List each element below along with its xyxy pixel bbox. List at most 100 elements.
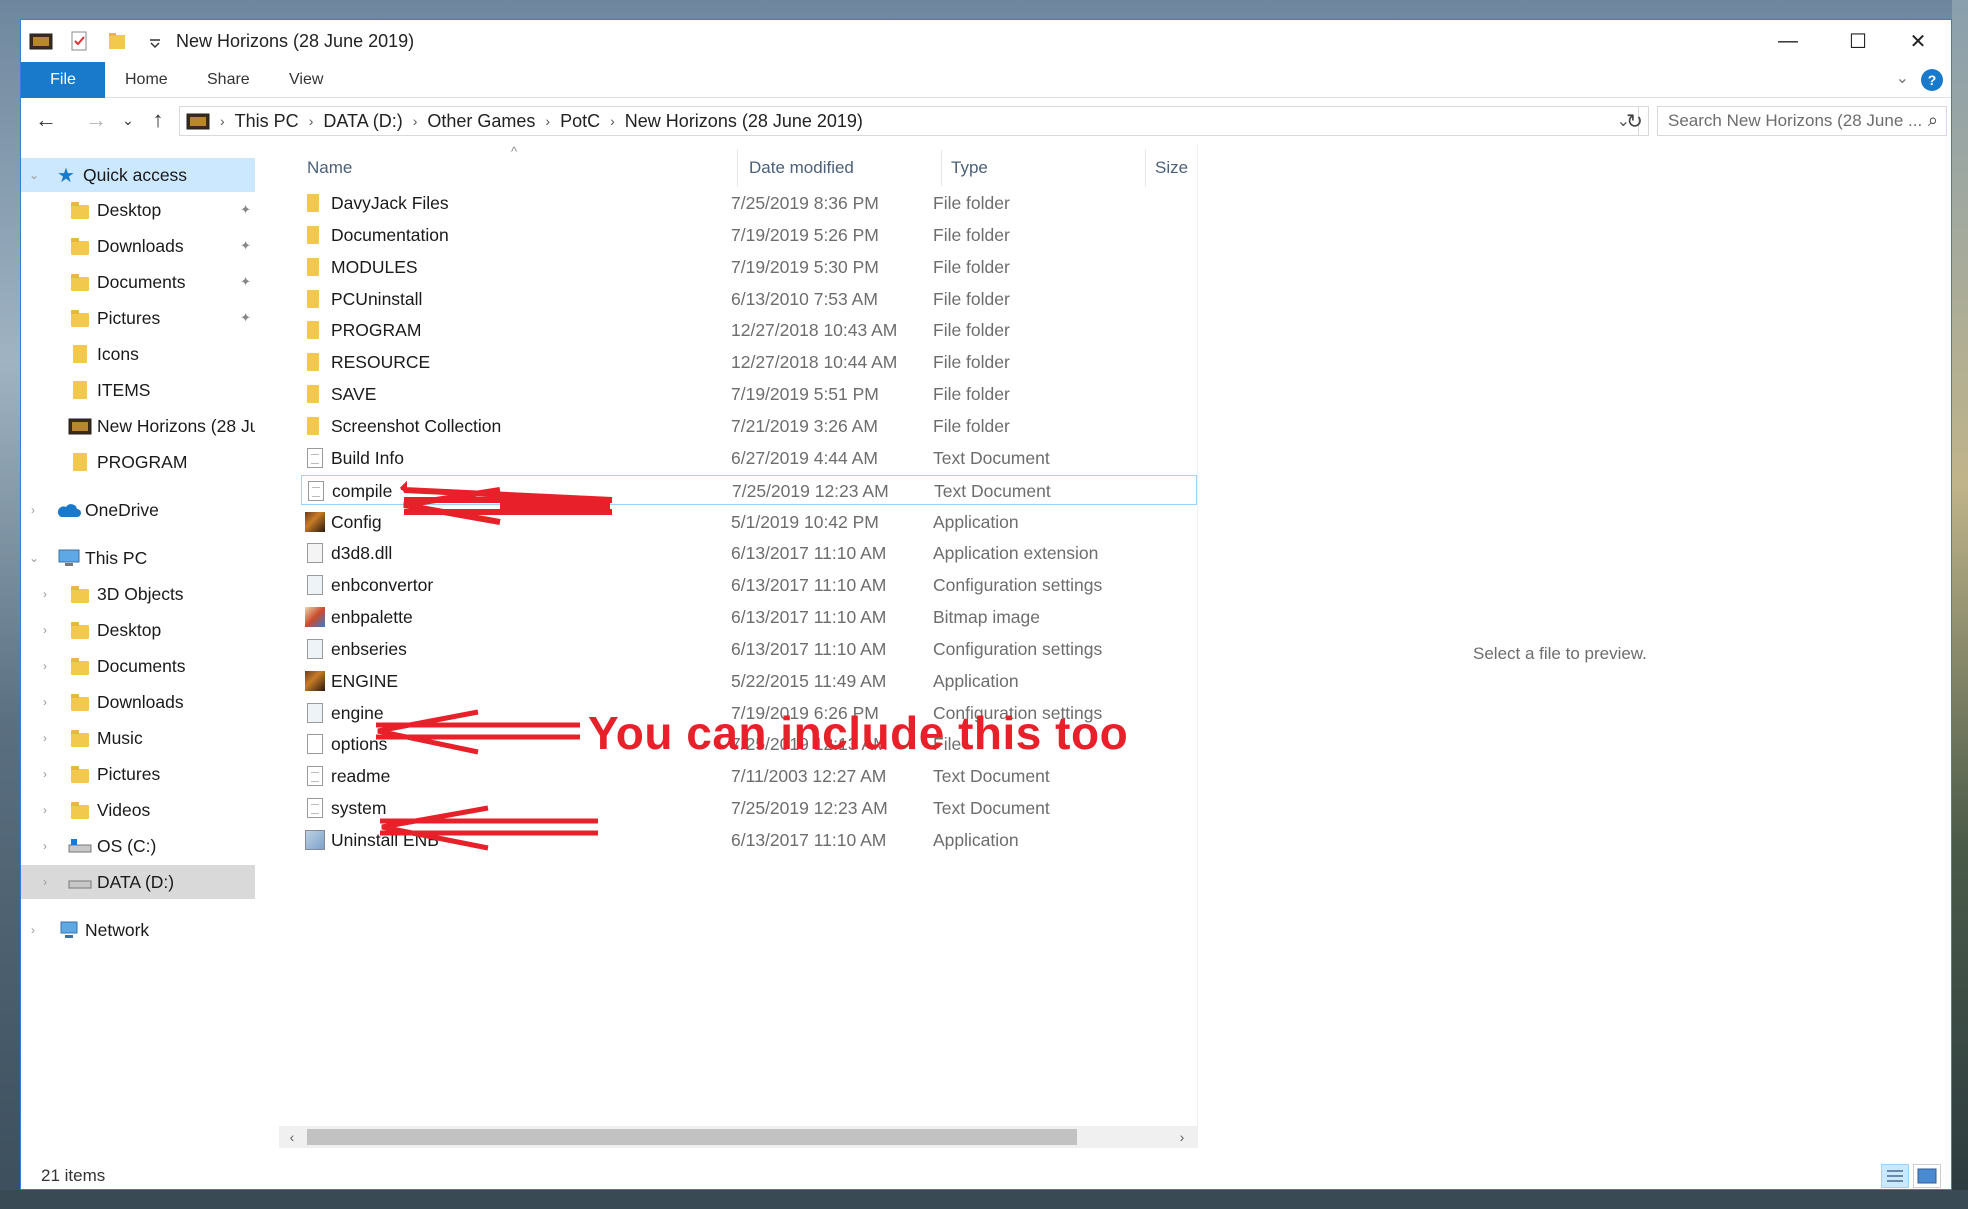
file-row[interactable]: compile 7/25/2019 12:23 AM Text Document bbox=[301, 474, 1197, 505]
file-row[interactable]: MODULES 7/19/2019 5:30 PM File folder bbox=[301, 252, 1197, 282]
expand-arrow-icon[interactable]: › bbox=[43, 767, 47, 781]
sidebar-item-3d-objects[interactable]: › 3D Objects bbox=[21, 577, 255, 611]
expand-arrow-icon[interactable]: › bbox=[43, 731, 47, 745]
sidebar-item-music[interactable]: › Music bbox=[21, 721, 255, 755]
expand-arrow-icon[interactable]: › bbox=[43, 695, 47, 709]
sidebar-item-pc-desktop[interactable]: › Desktop bbox=[21, 613, 255, 647]
breadcrumb-potc[interactable]: PotC bbox=[560, 111, 600, 132]
customize-toolbar-icon[interactable] bbox=[143, 31, 167, 51]
horizontal-scrollbar[interactable]: ‹ › bbox=[279, 1126, 1197, 1148]
file-row[interactable]: Uninstall ENB 6/13/2017 11:10 AM Applicati… bbox=[301, 825, 1197, 855]
sidebar-item-new-horizons[interactable]: New Horizons (28 Ju bbox=[21, 409, 255, 443]
expand-arrow-icon[interactable]: › bbox=[43, 587, 47, 601]
close-button[interactable]: ✕ bbox=[1883, 20, 1953, 62]
file-row[interactable]: PCUninstall 6/13/2010 7:53 AM File folder bbox=[301, 284, 1197, 314]
file-row[interactable]: d3d8.dll 6/13/2017 11:10 AM Application ex… bbox=[301, 538, 1197, 568]
breadcrumb-separator[interactable]: › bbox=[610, 113, 615, 129]
tab-home[interactable]: Home bbox=[125, 62, 168, 98]
breadcrumb-this-pc[interactable]: This PC bbox=[235, 111, 299, 132]
back-button[interactable]: ← bbox=[31, 106, 61, 134]
breadcrumb-separator[interactable]: › bbox=[545, 113, 550, 129]
sidebar-item-desktop[interactable]: Desktop ✦ bbox=[21, 193, 255, 227]
file-row[interactable]: enbpalette 6/13/2017 11:10 AM Bitmap image bbox=[301, 602, 1197, 632]
breadcrumb-separator[interactable]: › bbox=[413, 113, 418, 129]
forward-button[interactable]: → bbox=[81, 106, 111, 134]
column-header-name[interactable]: Name bbox=[307, 158, 352, 178]
collapse-arrow-icon[interactable]: ⌄ bbox=[29, 551, 39, 565]
sidebar-item-pc-documents[interactable]: › Documents bbox=[21, 649, 255, 683]
file-row[interactable]: Documentation 7/19/2019 5:26 PM File folde… bbox=[301, 220, 1197, 250]
sidebar-item-items[interactable]: ITEMS bbox=[21, 373, 255, 407]
pin-icon[interactable]: ✦ bbox=[240, 310, 251, 326]
file-row[interactable]: enbconvertor 6/13/2017 11:10 AM Configurat… bbox=[301, 570, 1197, 600]
scroll-right-icon[interactable]: › bbox=[1171, 1128, 1193, 1146]
sidebar-item-pc-downloads[interactable]: › Downloads bbox=[21, 685, 255, 719]
file-type: Application bbox=[933, 511, 1019, 532]
file-row[interactable]: ENGINE 5/22/2015 11:49 AM Application bbox=[301, 666, 1197, 696]
expand-arrow-icon[interactable]: › bbox=[43, 623, 47, 637]
sidebar-item-icons[interactable]: Icons bbox=[21, 337, 255, 371]
tab-view[interactable]: View bbox=[289, 62, 323, 98]
pin-icon[interactable]: ✦ bbox=[240, 274, 251, 290]
column-divider[interactable] bbox=[941, 150, 942, 186]
expand-arrow-icon[interactable]: › bbox=[43, 839, 47, 853]
expand-ribbon-icon[interactable]: ⌄ bbox=[1896, 68, 1909, 88]
3d-objects-folder-icon bbox=[71, 585, 89, 603]
breadcrumb-current-folder[interactable]: New Horizons (28 June 2019) bbox=[625, 111, 863, 132]
file-row[interactable]: enbseries 6/13/2017 11:10 AM Configuration… bbox=[301, 634, 1197, 664]
search-input[interactable]: Search New Horizons (28 June ... ⌕ bbox=[1657, 106, 1947, 136]
expand-arrow-icon[interactable]: › bbox=[43, 803, 47, 817]
details-view-button[interactable] bbox=[1881, 1164, 1909, 1188]
file-row[interactable]: Build Info 6/27/2019 4:44 AM Text Document bbox=[301, 443, 1197, 473]
pin-icon[interactable]: ✦ bbox=[240, 202, 251, 218]
help-button[interactable]: ? bbox=[1921, 69, 1943, 91]
file-row[interactable]: RESOURCE 12/27/2018 10:44 AM File folder bbox=[301, 347, 1197, 377]
preview-divider[interactable] bbox=[1197, 144, 1198, 1148]
tab-share[interactable]: Share bbox=[207, 62, 250, 98]
minimize-button[interactable]: — bbox=[1753, 20, 1823, 62]
column-header-type[interactable]: Type bbox=[951, 158, 988, 178]
scrollbar-thumb[interactable] bbox=[307, 1129, 1077, 1145]
file-row[interactable]: SAVE 7/19/2019 5:51 PM File folder bbox=[301, 379, 1197, 409]
pin-icon[interactable]: ✦ bbox=[240, 238, 251, 254]
sidebar-item-network[interactable]: › Network bbox=[21, 913, 255, 947]
collapse-arrow-icon[interactable]: ⌄ bbox=[29, 168, 39, 182]
refresh-button[interactable]: ↻ bbox=[1621, 106, 1649, 136]
new-folder-icon[interactable] bbox=[105, 31, 129, 51]
sidebar-item-downloads[interactable]: Downloads ✦ bbox=[21, 229, 255, 263]
file-row[interactable]: PROGRAM 12/27/2018 10:43 AM File folder bbox=[301, 315, 1197, 345]
sidebar-item-data-d[interactable]: › DATA (D:) bbox=[21, 865, 255, 899]
expand-arrow-icon[interactable]: › bbox=[43, 659, 47, 673]
file-row[interactable]: Config 5/1/2019 10:42 PM Application bbox=[301, 507, 1197, 537]
file-row[interactable]: DavyJack Files 7/25/2019 8:36 PM File fold… bbox=[301, 188, 1197, 218]
sidebar-item-this-pc[interactable]: ⌄ This PC bbox=[21, 541, 255, 575]
address-bar[interactable]: › This PC › DATA (D:) › Other Games › Po… bbox=[179, 106, 1639, 136]
tab-file[interactable]: File bbox=[21, 62, 105, 98]
breadcrumb-separator[interactable]: › bbox=[309, 113, 314, 129]
sidebar-item-documents[interactable]: Documents ✦ bbox=[21, 265, 255, 299]
expand-arrow-icon[interactable]: › bbox=[43, 875, 47, 889]
sidebar-item-quick-access[interactable]: ⌄ ★ Quick access bbox=[21, 158, 255, 192]
sidebar-item-program[interactable]: PROGRAM bbox=[21, 445, 255, 479]
file-row[interactable]: readme 7/11/2003 12:27 AM Text Document bbox=[301, 761, 1197, 791]
up-button[interactable]: ↑ bbox=[145, 106, 171, 134]
breadcrumb-data-drive[interactable]: DATA (D:) bbox=[323, 111, 402, 132]
sidebar-item-pc-pictures[interactable]: › Pictures bbox=[21, 757, 255, 791]
column-divider[interactable] bbox=[1145, 150, 1146, 186]
file-row[interactable]: Screenshot Collection 7/21/2019 3:26 AM Fi… bbox=[301, 411, 1197, 441]
file-row[interactable]: system 7/25/2019 12:23 AM Text Document bbox=[301, 793, 1197, 823]
scroll-left-icon[interactable]: ‹ bbox=[281, 1128, 303, 1146]
expand-arrow-icon[interactable]: › bbox=[31, 503, 35, 517]
properties-icon[interactable] bbox=[67, 31, 91, 51]
column-header-size[interactable]: Size bbox=[1155, 158, 1188, 178]
column-header-date[interactable]: Date modified bbox=[749, 158, 854, 178]
sidebar-item-os-c[interactable]: › OS (C:) bbox=[21, 829, 255, 863]
expand-arrow-icon[interactable]: › bbox=[31, 923, 35, 937]
breadcrumb-other-games[interactable]: Other Games bbox=[427, 111, 535, 132]
sidebar-item-pictures[interactable]: Pictures ✦ bbox=[21, 301, 255, 335]
recent-locations-button[interactable]: ⌄ bbox=[119, 106, 137, 134]
sidebar-item-onedrive[interactable]: › OneDrive bbox=[21, 493, 255, 527]
column-divider[interactable] bbox=[737, 150, 738, 186]
sidebar-item-videos[interactable]: › Videos bbox=[21, 793, 255, 827]
large-icons-view-button[interactable] bbox=[1913, 1164, 1941, 1188]
